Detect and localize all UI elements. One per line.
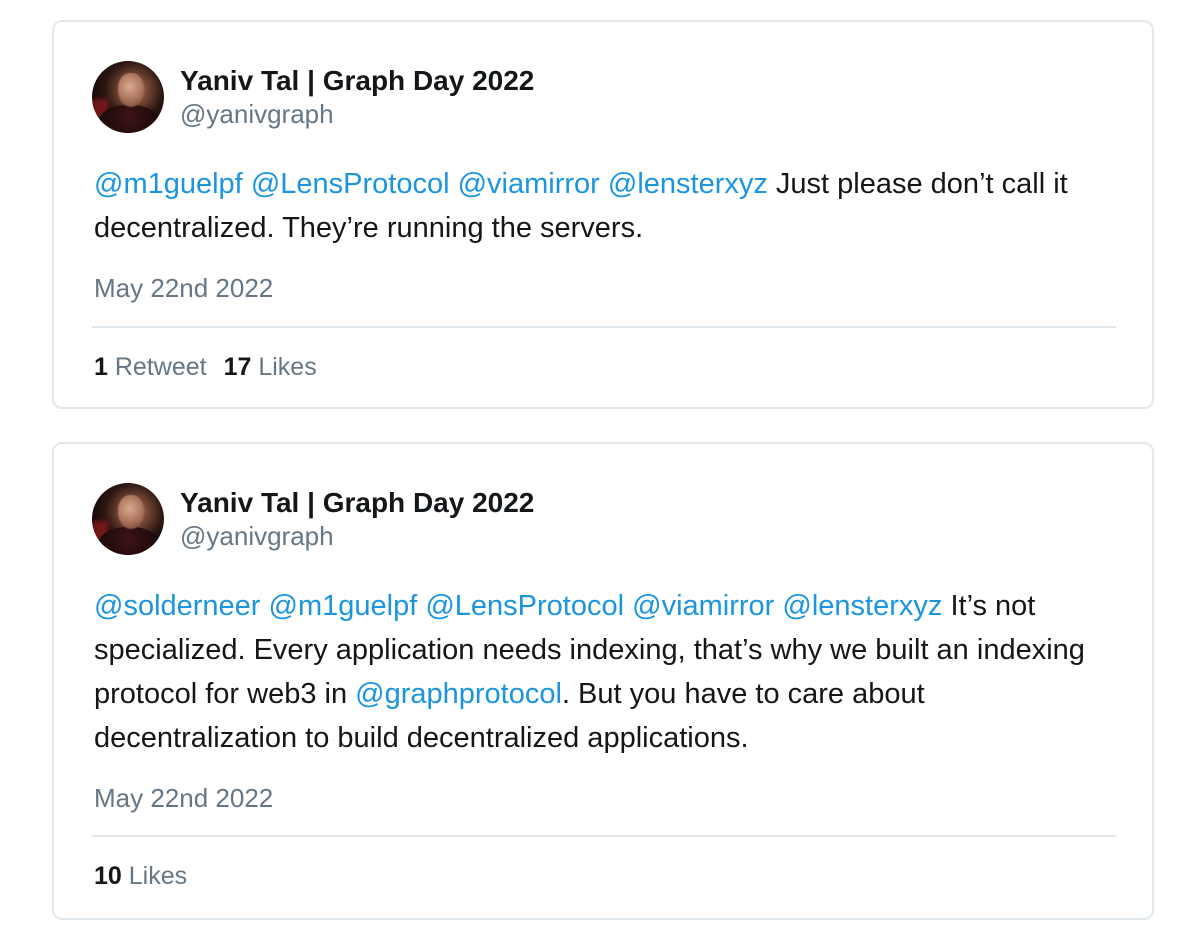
retweets-label: Retweet	[114, 353, 207, 381]
avatar-face-shape	[118, 73, 144, 107]
tweet-date[interactable]: May 22nd 2022	[94, 782, 273, 814]
avatar[interactable]	[92, 61, 164, 133]
avatar-face-shape	[118, 495, 144, 529]
mention-link[interactable]: @LensProtocol	[425, 590, 624, 622]
tweet-text: @solderneer @m1guelpf @LensProtocol @via…	[94, 584, 1124, 760]
mention-link[interactable]: @viamirror	[632, 590, 774, 622]
divider	[92, 835, 1116, 837]
likes-count: 10	[94, 862, 122, 890]
tweet-text: @m1guelpf @LensProtocol @viamirror @lens…	[94, 162, 1124, 250]
divider	[92, 326, 1116, 328]
tweet-card[interactable]: Yaniv Tal | Graph Day 2022 @yanivgraph @…	[52, 442, 1154, 920]
likes-stat[interactable]: 17 Likes	[224, 351, 317, 383]
avatar-body-shape	[98, 527, 160, 555]
mention-link[interactable]: @graphprotocol	[355, 678, 562, 710]
mention-link[interactable]: @m1guelpf	[94, 168, 243, 200]
avatar-body-shape	[98, 105, 160, 133]
tweet-header: Yaniv Tal | Graph Day 2022 @yanivgraph	[92, 482, 534, 556]
author-display-name[interactable]: Yaniv Tal | Graph Day 2022	[180, 486, 534, 520]
mention-link[interactable]: @m1guelpf	[269, 590, 418, 622]
likes-label: Likes	[128, 862, 188, 890]
mention-link[interactable]: @LensProtocol	[251, 168, 450, 200]
likes-count: 17	[223, 353, 252, 381]
tweet-stats: 1 Retweet 17 Likes	[94, 351, 334, 383]
author-handle[interactable]: @yanivgraph	[180, 98, 534, 130]
tweet-date[interactable]: May 22nd 2022	[94, 272, 273, 304]
tweet-stats: 10 Likes	[94, 860, 204, 892]
mention-link[interactable]: @lensterxyz	[608, 168, 768, 200]
likes-stat[interactable]: 10 Likes	[94, 860, 187, 892]
retweets-count: 1	[94, 353, 108, 381]
tweet-card[interactable]: Yaniv Tal | Graph Day 2022 @yanivgraph @…	[52, 20, 1154, 409]
retweets-stat[interactable]: 1 Retweet	[94, 351, 207, 383]
mention-link[interactable]: @solderneer	[94, 590, 260, 622]
author-names: Yaniv Tal | Graph Day 2022 @yanivgraph	[180, 64, 534, 130]
tweet-header: Yaniv Tal | Graph Day 2022 @yanivgraph	[92, 60, 534, 134]
likes-label: Likes	[258, 353, 317, 381]
mention-link[interactable]: @lensterxyz	[782, 590, 942, 622]
author-display-name[interactable]: Yaniv Tal | Graph Day 2022	[180, 64, 534, 98]
avatar[interactable]	[92, 483, 164, 555]
author-handle[interactable]: @yanivgraph	[180, 520, 534, 552]
mention-link[interactable]: @viamirror	[458, 168, 600, 200]
author-names: Yaniv Tal | Graph Day 2022 @yanivgraph	[180, 486, 534, 552]
